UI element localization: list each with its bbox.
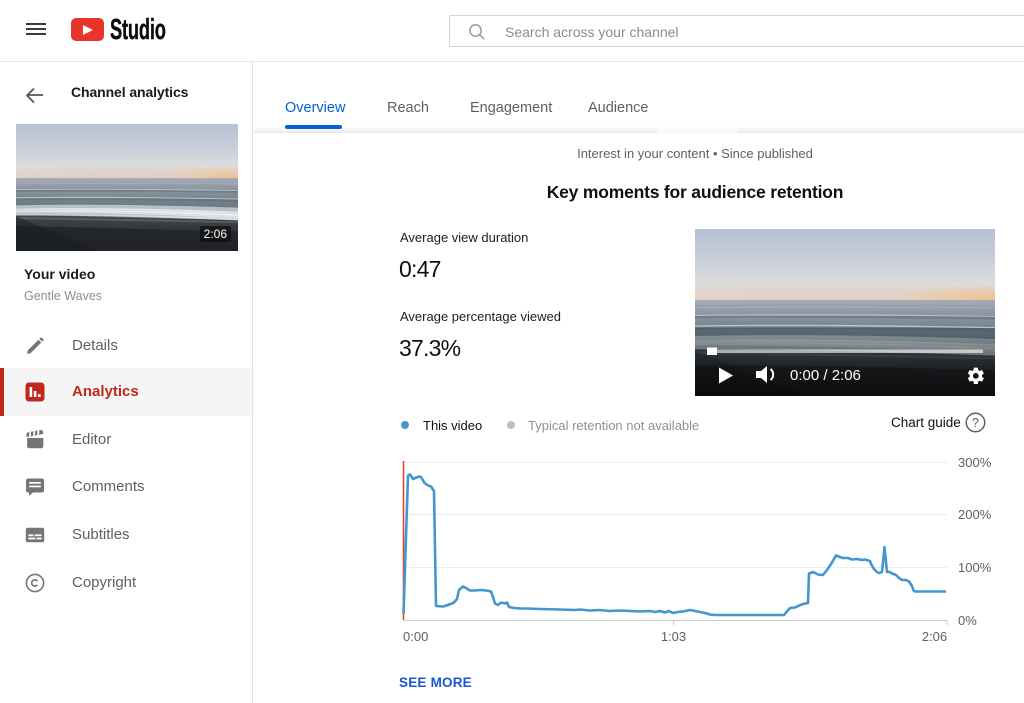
svg-text:1:03: 1:03 [661,629,686,644]
svg-text:?: ? [972,416,979,430]
svg-text:0:00 / 2:06: 0:00 / 2:06 [790,367,861,384]
svg-text:0:00: 0:00 [403,629,428,644]
svg-text:2:06: 2:06 [922,629,947,644]
svg-text:100%: 100% [958,560,992,575]
svg-text:300%: 300% [958,455,992,470]
svg-text:200%: 200% [958,507,992,522]
svg-text:0%: 0% [958,613,977,628]
